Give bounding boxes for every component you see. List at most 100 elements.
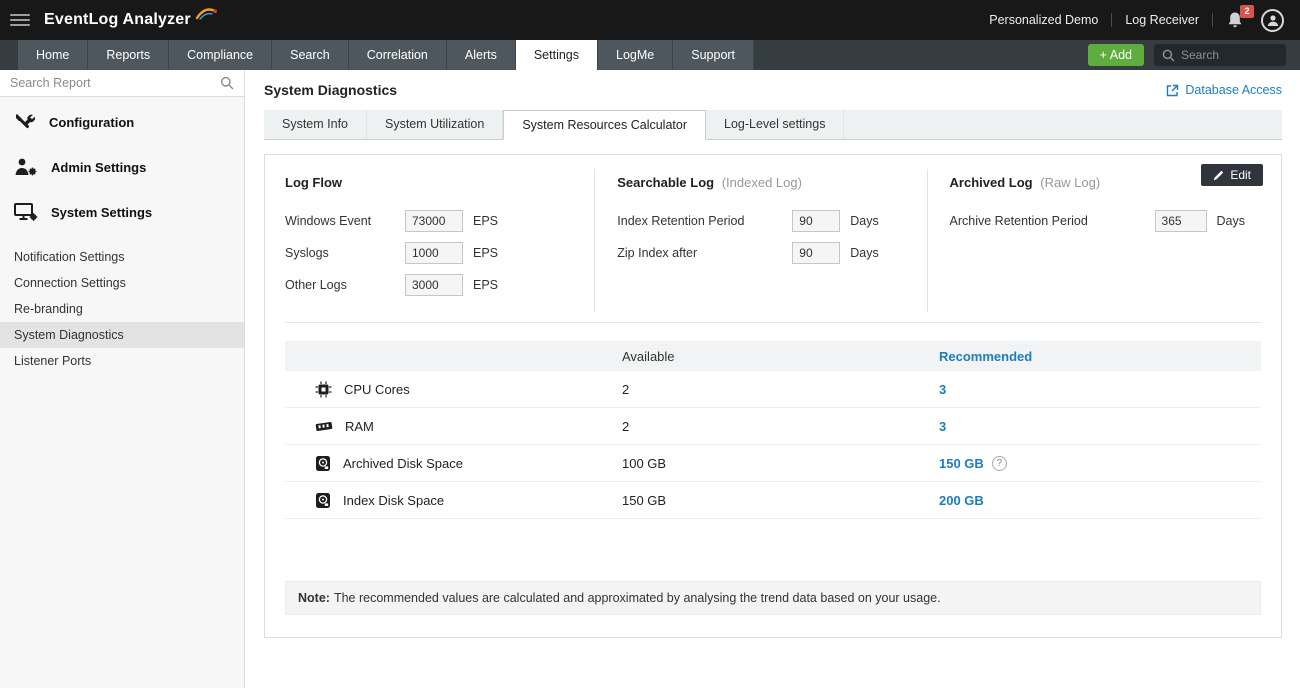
tab-system-resources-calculator[interactable]: System Resources Calculator <box>503 110 706 140</box>
archive-retention-label: Archive Retention Period <box>950 214 1155 228</box>
searchable-log-title: Searchable Log <box>617 175 714 190</box>
table-header: Available Recommended <box>285 341 1261 371</box>
ram-icon <box>315 419 333 434</box>
main-nav: Home Reports Compliance Search Correlati… <box>0 40 1300 70</box>
searchable-log-section: Searchable Log (Indexed Log) Index Reten… <box>594 169 926 312</box>
sidebar-item-re-branding[interactable]: Re-branding <box>0 296 244 322</box>
sidebar-section-label: System Settings <box>51 205 152 220</box>
app-logo: EventLog Analyzer <box>44 11 217 29</box>
search-icon <box>1162 49 1175 62</box>
recommended-value: 3 <box>939 419 946 434</box>
zip-index-input[interactable] <box>792 242 840 264</box>
user-gear-icon <box>14 157 38 177</box>
other-logs-input[interactable] <box>405 274 463 296</box>
index-retention-label: Index Retention Period <box>617 214 792 228</box>
sidebar-item-notification-settings[interactable]: Notification Settings <box>0 244 244 270</box>
windows-event-input[interactable] <box>405 210 463 232</box>
archive-retention-input[interactable] <box>1155 210 1207 232</box>
syslogs-label: Syslogs <box>285 246 405 260</box>
global-search-input[interactable] <box>1181 48 1273 62</box>
days-unit: Days <box>850 246 878 260</box>
nav-tab-correlation[interactable]: Correlation <box>349 40 447 70</box>
add-button[interactable]: + Add <box>1088 44 1144 66</box>
recommended-value: 200 GB <box>939 493 984 508</box>
log-receiver-link[interactable]: Log Receiver <box>1125 13 1199 27</box>
logo-swoosh-icon <box>195 5 217 21</box>
sidebar-item-system-diagnostics[interactable]: System Diagnostics <box>0 322 244 348</box>
top-bar: EventLog Analyzer Personalized Demo Log … <box>0 0 1300 40</box>
row-label: CPU Cores <box>344 382 410 397</box>
sidebar-item-connection-settings[interactable]: Connection Settings <box>0 270 244 296</box>
nav-tab-search[interactable]: Search <box>272 40 349 70</box>
row-label: Index Disk Space <box>343 493 444 508</box>
sidebar-section-system-settings[interactable]: System Settings <box>0 192 244 232</box>
note-bar: Note: The recommended values are calculat… <box>285 581 1261 615</box>
available-value: 2 <box>622 419 939 434</box>
nav-tab-home[interactable]: Home <box>18 40 88 70</box>
resources-calculator-panel: Edit Log Flow Windows Event EPS Syslogs … <box>264 154 1282 638</box>
report-search-input[interactable] <box>10 76 220 90</box>
topbar-divider <box>1111 13 1112 27</box>
topbar-divider <box>1212 13 1213 27</box>
help-icon[interactable]: ? <box>992 456 1007 471</box>
menu-icon[interactable] <box>10 14 30 26</box>
settings-tabstrip: System Info System Utilization System Re… <box>264 110 1282 140</box>
row-label: RAM <box>345 419 374 434</box>
other-logs-label: Other Logs <box>285 278 405 292</box>
log-flow-title: Log Flow <box>285 175 578 190</box>
disk-icon <box>315 455 331 472</box>
global-search[interactable] <box>1154 44 1286 66</box>
available-value: 150 GB <box>622 493 939 508</box>
nav-tab-logme[interactable]: LogMe <box>598 40 673 70</box>
eps-unit: EPS <box>473 214 498 228</box>
tab-system-info[interactable]: System Info <box>264 110 367 139</box>
user-avatar[interactable] <box>1261 9 1284 32</box>
external-link-icon <box>1166 84 1179 97</box>
recommended-value: 150 GB <box>939 456 984 471</box>
app-title: EventLog Analyzer <box>44 11 191 28</box>
sidebar-item-listener-ports[interactable]: Listener Ports <box>0 348 244 374</box>
available-header: Available <box>622 349 939 364</box>
log-flow-section: Log Flow Windows Event EPS Syslogs EPS O… <box>285 169 594 312</box>
personalized-demo-label: Personalized Demo <box>989 13 1098 27</box>
nav-tab-settings[interactable]: Settings <box>516 40 598 70</box>
archived-log-title: Archived Log <box>950 175 1033 190</box>
nav-tab-support[interactable]: Support <box>673 40 754 70</box>
days-unit: Days <box>1217 214 1245 228</box>
table-row: Archived Disk Space 100 GB 150 GB ? <box>285 445 1261 482</box>
tab-system-utilization[interactable]: System Utilization <box>367 110 503 139</box>
main-content: System Diagnostics Database Access Syste… <box>246 70 1300 688</box>
eps-unit: EPS <box>473 246 498 260</box>
note-text: The recommended values are calculated an… <box>334 591 941 605</box>
recommended-value: 3 <box>939 382 946 397</box>
table-row: Index Disk Space 150 GB 200 GB <box>285 482 1261 519</box>
row-label: Archived Disk Space <box>343 456 463 471</box>
search-icon <box>220 76 234 90</box>
index-retention-input[interactable] <box>792 210 840 232</box>
notification-badge: 2 <box>1240 5 1254 18</box>
recommended-header: Recommended <box>939 349 1261 364</box>
days-unit: Days <box>850 214 878 228</box>
searchable-log-subtitle: (Indexed Log) <box>722 175 802 190</box>
cpu-icon <box>315 381 332 398</box>
nav-tab-alerts[interactable]: Alerts <box>447 40 516 70</box>
archived-log-subtitle: (Raw Log) <box>1040 175 1100 190</box>
zip-index-label: Zip Index after <box>617 246 792 260</box>
page-title: System Diagnostics <box>264 82 397 98</box>
sidebar: Configuration Admin Settings <box>0 70 245 688</box>
nav-tab-reports[interactable]: Reports <box>88 40 169 70</box>
edit-button[interactable]: Edit <box>1201 164 1263 186</box>
database-access-link[interactable]: Database Access <box>1166 83 1282 97</box>
notifications-bell-icon[interactable]: 2 <box>1226 9 1248 31</box>
archived-log-section: Archived Log (Raw Log) Archive Retention… <box>927 169 1261 312</box>
available-value: 2 <box>622 382 939 397</box>
pencil-icon <box>1213 170 1224 181</box>
note-label: Note: <box>298 591 330 605</box>
report-search[interactable] <box>0 70 244 97</box>
syslogs-input[interactable] <box>405 242 463 264</box>
nav-tab-compliance[interactable]: Compliance <box>169 40 272 70</box>
monitor-gear-icon <box>14 202 38 222</box>
sidebar-section-configuration[interactable]: Configuration <box>0 102 244 142</box>
sidebar-section-admin-settings[interactable]: Admin Settings <box>0 147 244 187</box>
tab-log-level-settings[interactable]: Log-Level settings <box>706 110 844 139</box>
